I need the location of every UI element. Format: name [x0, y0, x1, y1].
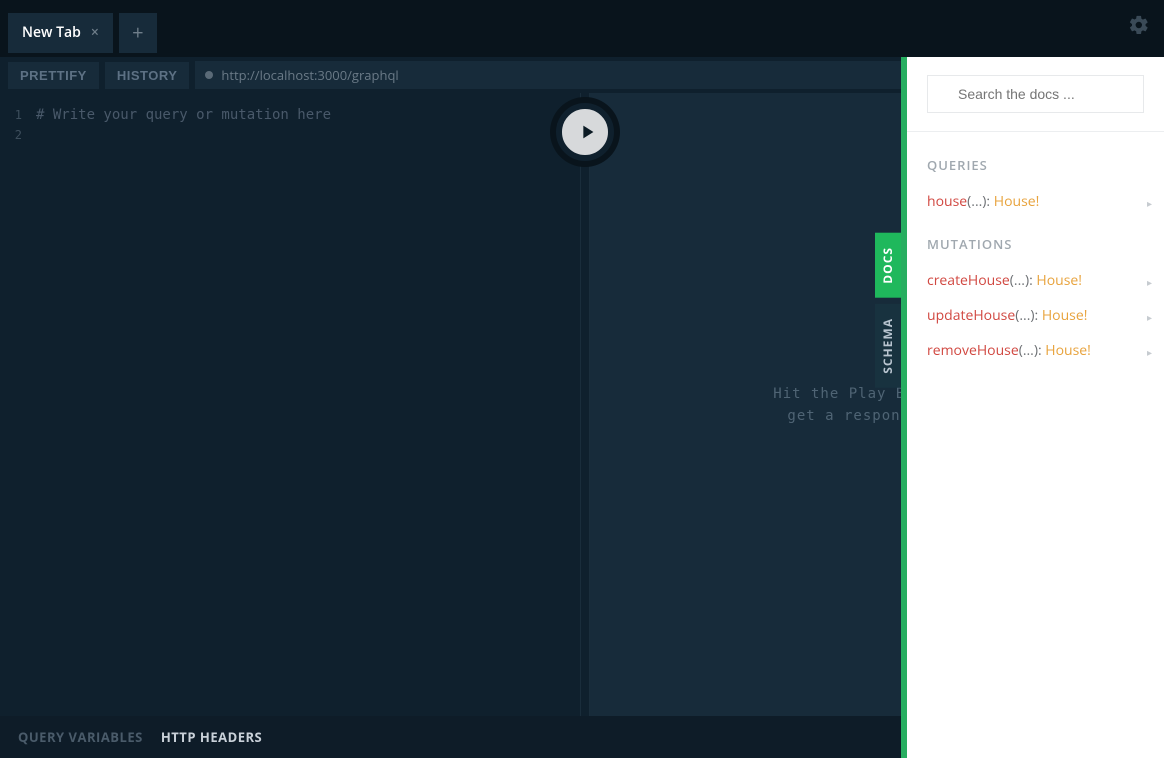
field-name: createHouse [927, 271, 1010, 290]
query-editor[interactable]: 1 2 # Write your query or mutation here [0, 93, 580, 716]
prettify-button[interactable]: PRETTIFY [8, 62, 99, 89]
docs-search-input[interactable] [927, 75, 1144, 113]
field-args: (...): [967, 192, 994, 211]
field-type: House! [1045, 341, 1091, 360]
editor-content: # Write your query or mutation here [36, 105, 580, 125]
query-variables-tab[interactable]: QUERY VARIABLES [18, 728, 143, 746]
gear-icon [1128, 14, 1150, 36]
queries-heading: QUERIES [907, 150, 1164, 184]
pane-divider[interactable] [580, 93, 590, 716]
field-args: (...): [1015, 306, 1042, 325]
chevron-right-icon: ▸ [1147, 345, 1152, 359]
field-args: (...): [1019, 341, 1046, 360]
field-type: House! [994, 192, 1040, 211]
side-tabs: DOCS SCHEMA [875, 233, 901, 387]
play-icon [576, 121, 598, 143]
line-number: 2 [0, 125, 22, 145]
docs-tab[interactable]: DOCS [875, 233, 901, 298]
mutations-heading: MUTATIONS [907, 229, 1164, 263]
docs-item-removehouse[interactable]: removeHouse(...): House! ▸ [907, 333, 1164, 368]
workspace: PRETTIFY HISTORY http://localhost:3000/g… [0, 57, 1164, 758]
tab-bar: New Tab × + [0, 0, 1164, 57]
docs-panel: QUERIES house(...): House! ▸ MUTATIONS c… [901, 57, 1164, 758]
plus-icon: + [132, 19, 143, 46]
http-headers-tab[interactable]: HTTP HEADERS [161, 728, 262, 746]
field-name: house [927, 192, 967, 211]
docs-item-updatehouse[interactable]: updateHouse(...): House! ▸ [907, 298, 1164, 333]
field-type: House! [1042, 306, 1088, 325]
line-gutter: 1 2 [0, 105, 30, 145]
add-tab-button[interactable]: + [119, 13, 157, 53]
app-root: New Tab × + PRETTIFY HISTORY http://loca… [0, 0, 1164, 758]
chevron-right-icon: ▸ [1147, 310, 1152, 324]
chevron-right-icon: ▸ [1147, 275, 1152, 289]
history-button[interactable]: HISTORY [105, 62, 190, 89]
chevron-right-icon: ▸ [1147, 196, 1152, 210]
close-icon[interactable]: × [91, 23, 99, 42]
field-name: removeHouse [927, 341, 1019, 360]
execute-button[interactable] [556, 103, 614, 161]
field-name: updateHouse [927, 306, 1015, 325]
endpoint-url: http://localhost:3000/graphql [221, 66, 398, 84]
line-number: 1 [0, 105, 22, 125]
tab-new[interactable]: New Tab × [8, 13, 113, 53]
field-args: (...): [1010, 271, 1037, 290]
docs-search-wrap [907, 57, 1164, 132]
schema-tab[interactable]: SCHEMA [875, 304, 901, 388]
settings-button[interactable] [1128, 14, 1150, 41]
tab-label: New Tab [22, 23, 81, 42]
field-type: House! [1036, 271, 1082, 290]
status-dot-icon [205, 71, 213, 79]
docs-item-house[interactable]: house(...): House! ▸ [907, 184, 1164, 219]
docs-item-createhouse[interactable]: createHouse(...): House! ▸ [907, 263, 1164, 298]
docs-body: QUERIES house(...): House! ▸ MUTATIONS c… [907, 132, 1164, 758]
